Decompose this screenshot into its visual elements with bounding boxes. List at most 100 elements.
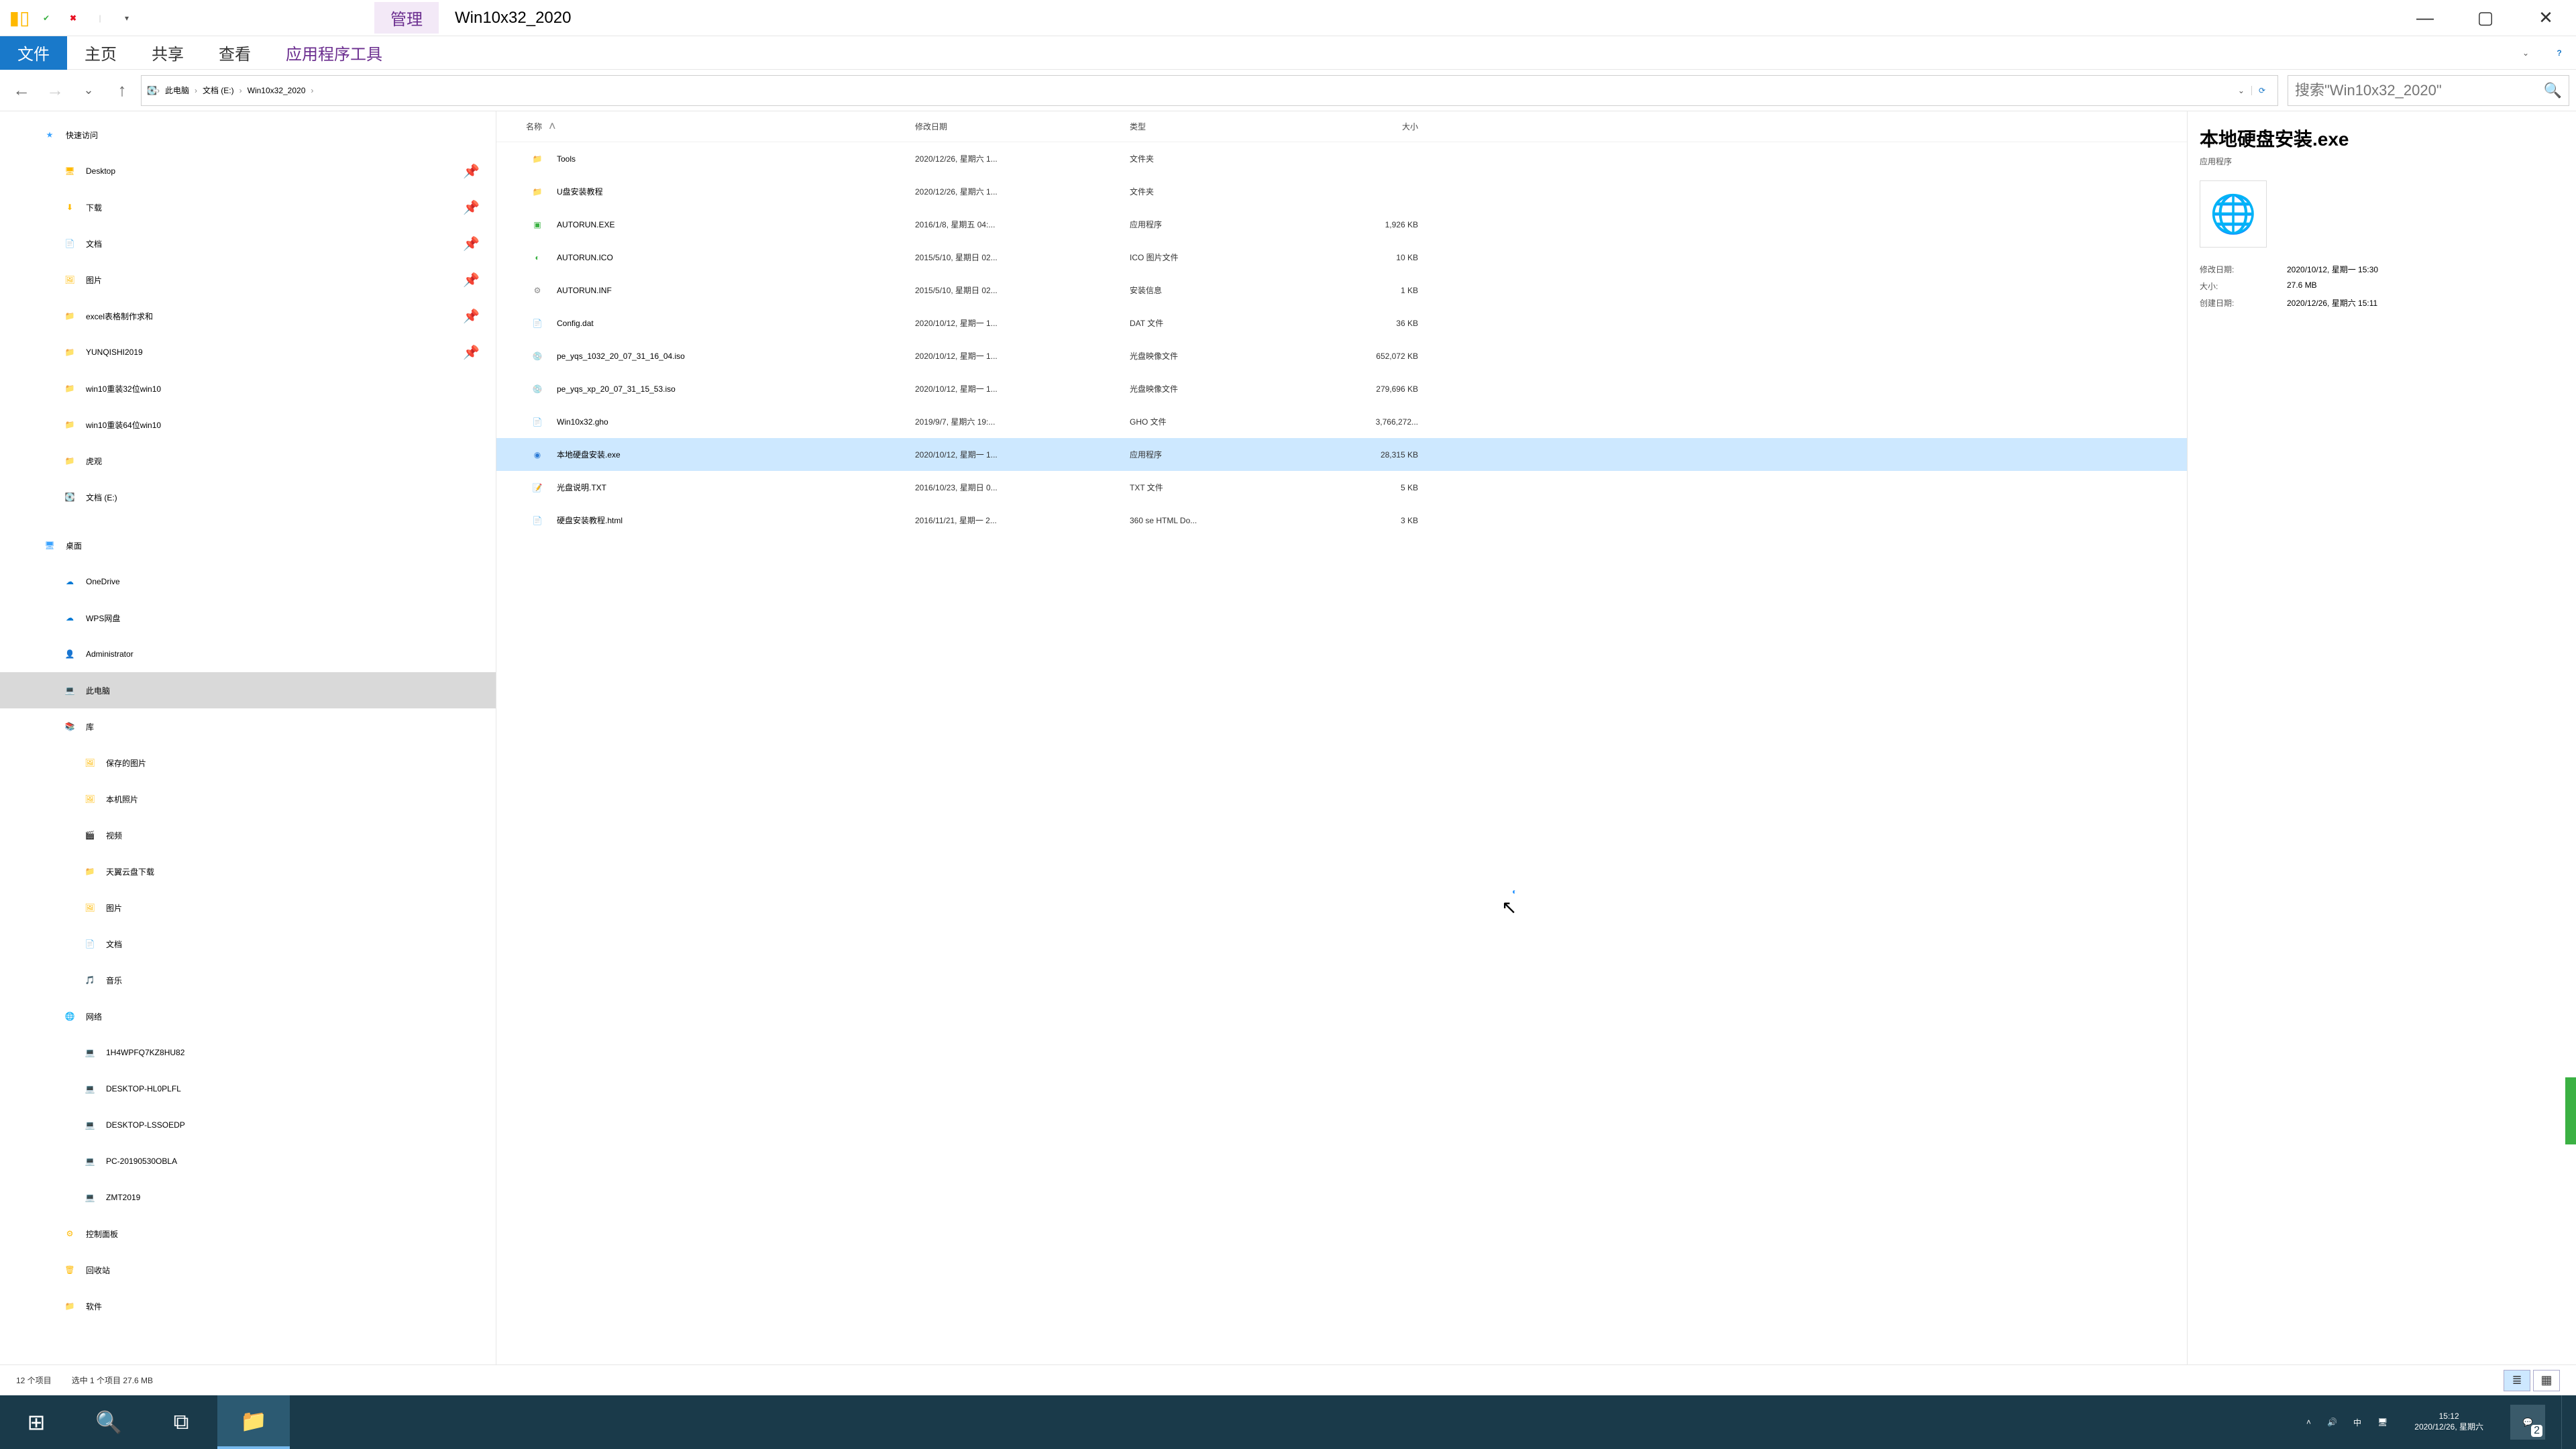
forward-button[interactable]: →	[40, 76, 70, 105]
tree-item[interactable]: 📁excel表格制作求和📌	[0, 298, 496, 334]
task-view-button[interactable]: ⧉	[145, 1395, 217, 1449]
search-button[interactable]: 🔍	[72, 1395, 145, 1449]
clock-time: 15:12	[2414, 1411, 2483, 1422]
ribbon-tab-apptools[interactable]: 应用程序工具	[268, 36, 400, 70]
file-row[interactable]: 📄Win10x32.gho2019/9/7, 星期六 19:...GHO 文件3…	[496, 405, 2187, 438]
search-input[interactable]	[2295, 82, 2544, 99]
help-icon[interactable]: ?	[2542, 48, 2576, 58]
recent-dropdown[interactable]: ⌄	[74, 76, 103, 105]
maximize-button[interactable]: ▢	[2455, 0, 2516, 36]
tree-item[interactable]: 🖼本机照片	[0, 781, 496, 817]
file-name: AUTORUN.INF	[557, 286, 915, 295]
tree-item[interactable]: 📁win10重装64位win10	[0, 407, 496, 443]
clock-date: 2020/12/26, 星期六	[2414, 1422, 2483, 1433]
file-row[interactable]: 📄硬盘安装教程.html2016/11/21, 星期一 2...360 se H…	[496, 504, 2187, 537]
tree-item[interactable]: 🎬视频	[0, 817, 496, 853]
crumb-2[interactable]: Win10x32_2020	[242, 86, 311, 95]
ribbon-tab-view[interactable]: 查看	[201, 36, 268, 70]
tree-item[interactable]: 🖼图片	[0, 890, 496, 926]
file-row[interactable]: 📄Config.dat2020/10/12, 星期一 1...DAT 文件36 …	[496, 307, 2187, 339]
crumb-sep[interactable]: ›	[311, 86, 313, 95]
search-box[interactable]: 🔍	[2288, 75, 2569, 106]
tree-item[interactable]: ☁OneDrive	[0, 564, 496, 600]
tray-network-icon[interactable]: 🖥	[2377, 1417, 2387, 1427]
search-icon[interactable]: 🔍	[2544, 82, 2562, 99]
tree-item[interactable]: 🖥Desktop📌	[0, 153, 496, 189]
tree-item[interactable]: 💻此电脑	[0, 672, 496, 708]
tree-item[interactable]: 🖥桌面	[0, 527, 496, 564]
tree-item[interactable]: 💻ZMT2019	[0, 1179, 496, 1216]
tree-item[interactable]: 📁虎观	[0, 443, 496, 479]
ribbon-tab-share[interactable]: 共享	[134, 36, 201, 70]
qat-cancel-icon[interactable]: ✖	[63, 8, 83, 28]
tree-item[interactable]: 📁win10重装32位win10	[0, 370, 496, 407]
taskbar-clock[interactable]: 15:12 2020/12/26, 星期六	[2404, 1411, 2494, 1432]
tree-item-label: 控制面板	[86, 1228, 118, 1240]
tree-item[interactable]: 🖼图片📌	[0, 262, 496, 298]
tree-item[interactable]: 📄文档📌	[0, 225, 496, 262]
tree-item[interactable]: 📄文档	[0, 926, 496, 962]
qat-dropdown-icon[interactable]: ▾	[117, 8, 137, 28]
tree-item-icon: 📄	[80, 939, 99, 949]
file-row[interactable]: ⚙AUTORUN.INF2015/5/10, 星期日 02...安装信息1 KB	[496, 274, 2187, 307]
minimize-button[interactable]: —	[2395, 0, 2455, 36]
tray-overflow-icon[interactable]: ˄	[2306, 1417, 2311, 1427]
address-bar[interactable]: 💽 › 此电脑 › 文档 (E:) › Win10x32_2020 › ⌄ ⟳	[141, 75, 2278, 106]
nav-tree[interactable]: ★快速访问🖥Desktop📌⬇下载📌📄文档📌🖼图片📌📁excel表格制作求和📌📁…	[0, 111, 496, 1364]
file-row[interactable]: ▣AUTORUN.EXE2016/1/8, 星期五 04:...应用程序1,92…	[496, 208, 2187, 241]
col-name[interactable]: 名称˄	[526, 119, 915, 133]
tree-item[interactable]: ⬇下载📌	[0, 189, 496, 225]
file-row[interactable]: 💿pe_yqs_1032_20_07_31_16_04.iso2020/10/1…	[496, 339, 2187, 372]
col-type[interactable]: 类型	[1130, 121, 1311, 132]
col-size[interactable]: 大小	[1311, 121, 1432, 132]
up-button[interactable]: ↑	[107, 76, 137, 105]
start-button[interactable]: ⊞	[0, 1395, 72, 1449]
details-view-icon[interactable]: ≣	[2504, 1370, 2530, 1391]
crumb-1[interactable]: 文档 (E:)	[197, 85, 239, 96]
tree-item[interactable]: 📁YUNQISHI2019📌	[0, 334, 496, 370]
close-button[interactable]: ✕	[2516, 0, 2576, 36]
icons-view-icon[interactable]: ▦	[2533, 1370, 2560, 1391]
tree-item[interactable]: 🖼保存的图片	[0, 745, 496, 781]
file-row[interactable]: 📁U盘安装教程2020/12/26, 星期六 1...文件夹	[496, 175, 2187, 208]
address-dropdown-icon[interactable]: ⌄	[2231, 86, 2251, 95]
tray-ime-icon[interactable]: 中	[2353, 1417, 2361, 1428]
col-date[interactable]: 修改日期	[915, 121, 1130, 132]
crumb-0[interactable]: 此电脑	[160, 85, 195, 96]
file-row[interactable]: 📁Tools2020/12/26, 星期六 1...文件夹	[496, 142, 2187, 175]
tree-item[interactable]: 💻PC-20190530OBLA	[0, 1143, 496, 1179]
tree-item[interactable]: 📚库	[0, 708, 496, 745]
tree-item[interactable]: 👤Administrator	[0, 636, 496, 672]
action-center-icon[interactable]: 💬2	[2510, 1405, 2545, 1440]
tree-item[interactable]: 🌐网络	[0, 998, 496, 1034]
tree-item[interactable]: ☁WPS网盘	[0, 600, 496, 636]
ribbon-tab-file[interactable]: 文件	[0, 36, 67, 70]
taskbar-explorer[interactable]: 📁	[217, 1395, 290, 1449]
tree-item[interactable]: 🎵音乐	[0, 962, 496, 998]
tree-item-label: 视频	[106, 830, 122, 841]
tree-item[interactable]: ⚙控制面板	[0, 1216, 496, 1252]
side-handle[interactable]	[2565, 1077, 2576, 1144]
file-row[interactable]: ◐AUTORUN.ICO2015/5/10, 星期日 02...ICO 图片文件…	[496, 241, 2187, 274]
tree-item[interactable]: 💻1H4WPFQ7KZ8HU82	[0, 1034, 496, 1071]
file-row[interactable]: 📝光盘说明.TXT2016/10/23, 星期日 0...TXT 文件5 KB	[496, 471, 2187, 504]
tree-item[interactable]: ★快速访问	[0, 117, 496, 153]
tree-item[interactable]: 🗑回收站	[0, 1252, 496, 1288]
tray-volume-icon[interactable]: 🔊	[2327, 1417, 2337, 1427]
tree-item[interactable]: 💻DESKTOP-LSSOEDP	[0, 1107, 496, 1143]
file-row[interactable]: ◉本地硬盘安装.exe2020/10/12, 星期一 1...应用程序28,31…	[496, 438, 2187, 471]
back-button[interactable]: ←	[7, 76, 36, 105]
refresh-icon[interactable]: ⟳	[2251, 86, 2272, 95]
qat-save-icon[interactable]: ✔	[36, 8, 56, 28]
column-headers[interactable]: 名称˄ 修改日期 类型 大小	[496, 111, 2187, 142]
tree-item-icon: 📁	[60, 384, 79, 393]
ribbon-collapse-icon[interactable]: ⌄	[2509, 48, 2542, 58]
tree-item-label: 文档	[86, 238, 102, 250]
ribbon-tab-home[interactable]: 主页	[67, 36, 134, 70]
tree-item[interactable]: 📁软件	[0, 1288, 496, 1324]
tree-item[interactable]: 💽文档 (E:)	[0, 479, 496, 515]
tree-item[interactable]: 📁天翼云盘下载	[0, 853, 496, 890]
show-desktop-button[interactable]	[2561, 1395, 2571, 1449]
tree-item[interactable]: 💻DESKTOP-HL0PLFL	[0, 1071, 496, 1107]
file-row[interactable]: 💿pe_yqs_xp_20_07_31_15_53.iso2020/10/12,…	[496, 372, 2187, 405]
